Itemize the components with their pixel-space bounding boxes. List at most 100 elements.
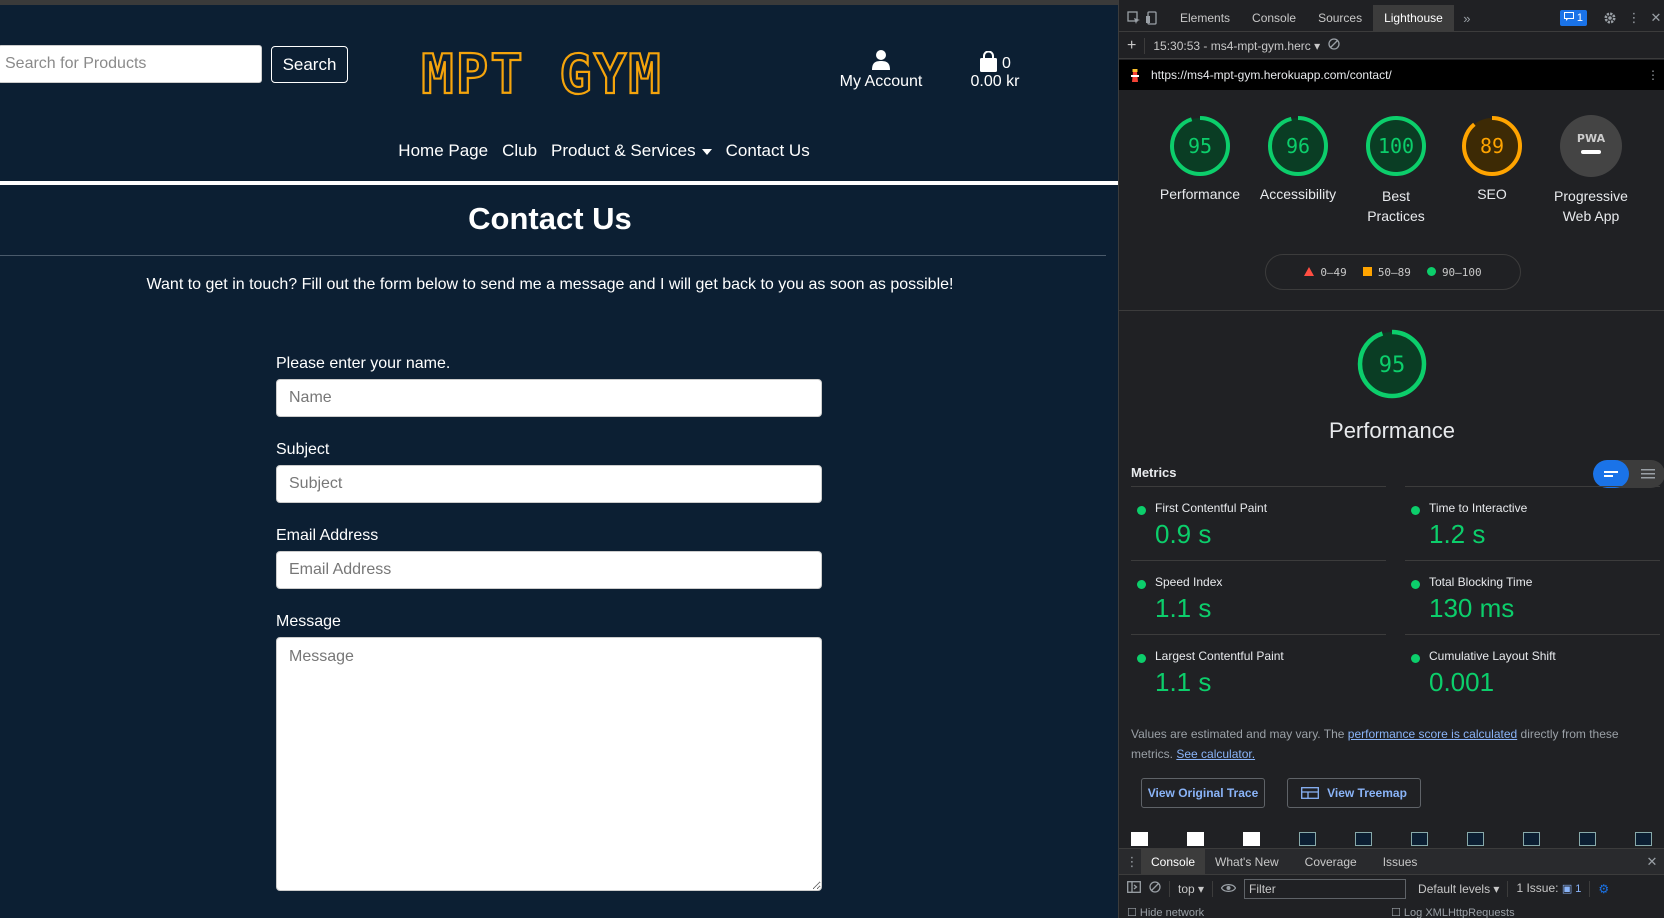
metrics-view-toggle[interactable] xyxy=(1593,460,1664,488)
view-treemap-button[interactable]: View Treemap xyxy=(1287,778,1421,808)
drawer-tab-whats-new[interactable]: What's New xyxy=(1205,849,1289,875)
filmstrip xyxy=(1131,832,1664,846)
hide-network-checkbox[interactable]: ☐ Hide network xyxy=(1127,906,1204,918)
tab-sources[interactable]: Sources xyxy=(1307,5,1373,32)
score-calculated-link[interactable]: performance score is calculated xyxy=(1348,727,1517,741)
report-select[interactable]: 15:30:53 - ms4-mpt-gym.herc ▾ xyxy=(1153,39,1320,53)
tab-console[interactable]: Console xyxy=(1241,5,1307,32)
filmstrip-frame xyxy=(1187,832,1204,846)
tab-lighthouse[interactable]: Lighthouse xyxy=(1373,4,1454,32)
filmstrip-frame xyxy=(1411,832,1428,846)
context-select-label: top xyxy=(1178,881,1195,896)
clear-console-icon[interactable] xyxy=(1149,881,1161,896)
product-search-input[interactable] xyxy=(0,45,262,83)
tab-elements[interactable]: Elements xyxy=(1169,5,1241,32)
metric-cumulative-layout-shift: Cumulative Layout Shift 0.001 xyxy=(1405,634,1660,708)
score-label: SEO xyxy=(1477,186,1507,202)
score-performance[interactable]: 95 Performance xyxy=(1150,114,1250,202)
view-treemap-label: View Treemap xyxy=(1327,786,1407,800)
legend-fail: 0–49 xyxy=(1304,266,1347,279)
page-title: Contact Us xyxy=(468,201,632,236)
user-icon xyxy=(872,50,890,70)
metric-label: Total Blocking Time xyxy=(1429,575,1533,589)
filmstrip-frame xyxy=(1131,832,1148,846)
context-select[interactable]: top ▾ xyxy=(1178,882,1204,896)
device-toolbar-icon[interactable] xyxy=(1143,10,1161,26)
metric-value: 1.2 s xyxy=(1429,519,1486,549)
pass-indicator-icon xyxy=(1137,580,1146,589)
close-icon[interactable]: ✕ xyxy=(1647,10,1664,26)
metric-value: 0.001 xyxy=(1429,667,1495,697)
metric-value: 130 ms xyxy=(1429,593,1515,623)
log-levels-select[interactable]: Default levels ▾ xyxy=(1418,882,1499,896)
metric-label: Largest Contentful Paint xyxy=(1155,649,1284,663)
performance-heading: Performance xyxy=(1329,418,1455,443)
score-seo[interactable]: 89 SEO xyxy=(1442,114,1542,202)
compact-view-icon[interactable] xyxy=(1593,460,1629,488)
score-best-practices[interactable]: 100 Best Practices xyxy=(1346,114,1446,226)
nav-club[interactable]: Club xyxy=(502,141,537,161)
view-original-trace-button[interactable]: View Original Trace xyxy=(1141,778,1265,808)
nav-home-page[interactable]: Home Page xyxy=(398,141,488,161)
drawer-tab-console[interactable]: Console xyxy=(1141,848,1206,875)
message-label: Message xyxy=(276,613,341,630)
metric-value: 1.1 s xyxy=(1155,593,1212,623)
score-gauge: 95 xyxy=(1357,329,1427,399)
metric-label: Time to Interactive xyxy=(1429,501,1528,515)
console-settings-icon[interactable]: ⚙ xyxy=(1598,882,1609,896)
new-report-icon[interactable]: + xyxy=(1127,37,1136,55)
drawer-menu-icon[interactable]: ⋮ xyxy=(1123,854,1141,870)
gear-icon[interactable] xyxy=(1601,10,1619,26)
metric-value: 1.1 s xyxy=(1155,667,1212,697)
pwa-badge-text: PWA xyxy=(1577,132,1606,145)
see-calculator-link[interactable]: See calculator. xyxy=(1176,747,1255,761)
inspect-element-icon[interactable] xyxy=(1125,10,1143,26)
expanded-view-icon[interactable] xyxy=(1631,460,1664,488)
issues-counter-badge[interactable]: 1 xyxy=(1559,10,1587,26)
more-tabs-icon[interactable]: » xyxy=(1458,10,1476,26)
metric-total-blocking-time: Total Blocking Time 130 ms xyxy=(1405,560,1660,634)
pass-indicator-icon xyxy=(1411,506,1420,515)
score-value: 89 xyxy=(1480,134,1504,158)
url-more-icon[interactable]: ⋮ xyxy=(1647,68,1664,82)
report-url[interactable]: https://ms4-mpt-gym.herokuapp.com/contac… xyxy=(1151,68,1392,82)
sidebar-toggle-icon[interactable] xyxy=(1127,881,1141,896)
name-label: Please enter your name. xyxy=(276,355,451,372)
intro-text: Want to get in touch? Fill out the form … xyxy=(146,276,954,293)
drawer-tab-coverage[interactable]: Coverage xyxy=(1295,849,1367,875)
console-filter-input[interactable] xyxy=(1244,878,1407,899)
drawer-tab-issues[interactable]: Issues xyxy=(1373,849,1428,875)
title-divider xyxy=(0,255,1106,256)
score-gauge: 100 xyxy=(1366,116,1426,176)
nav-product-services-dropdown[interactable]: Product & Services xyxy=(551,141,712,161)
pass-indicator-icon xyxy=(1137,506,1146,515)
score-accessibility[interactable]: 96 Accessibility xyxy=(1248,114,1348,202)
score-label: Accessibility xyxy=(1259,186,1337,202)
cart-link[interactable]: 0 0.00 kr xyxy=(960,49,1030,91)
email-input[interactable] xyxy=(276,551,822,589)
pass-indicator-icon xyxy=(1411,654,1420,663)
report-select-label: 15:30:53 - ms4-mpt-gym.herc xyxy=(1153,38,1311,53)
issues-label: 1 Issue: xyxy=(1516,880,1559,895)
name-input[interactable] xyxy=(276,379,822,417)
score-value: 95 xyxy=(1379,353,1406,378)
section-divider xyxy=(1119,310,1664,311)
log-xhr-checkbox[interactable]: ☐ Log XMLHttpRequests xyxy=(1391,906,1515,918)
eye-icon[interactable] xyxy=(1220,882,1237,896)
filmstrip-frame xyxy=(1299,832,1316,846)
subject-input[interactable] xyxy=(276,465,822,503)
message-textarea[interactable] xyxy=(276,637,822,891)
mpt-gym-logo[interactable]: MPT GYM xyxy=(402,43,682,103)
more-options-icon[interactable]: ⋮ xyxy=(1625,10,1643,26)
my-account-link[interactable]: My Account xyxy=(830,49,932,91)
score-pwa[interactable]: PWA Progressive Web App xyxy=(1539,114,1643,226)
devtools-tab-bar: Elements Console Sources Lighthouse » 1 … xyxy=(1119,4,1664,32)
console-issues-button[interactable]: 1 Issue: ▣ 1 xyxy=(1516,881,1581,897)
console-settings-row: ☐ Hide network ☐ Log XMLHttpRequests xyxy=(1119,904,1664,918)
performance-main-gauge: 95 xyxy=(1342,328,1442,403)
chevron-down-icon xyxy=(701,148,712,155)
nav-contact-us[interactable]: Contact Us xyxy=(726,141,810,161)
clear-reports-icon[interactable] xyxy=(1328,38,1340,53)
search-button[interactable]: Search xyxy=(271,46,348,83)
close-drawer-icon[interactable]: ✕ xyxy=(1643,854,1661,870)
